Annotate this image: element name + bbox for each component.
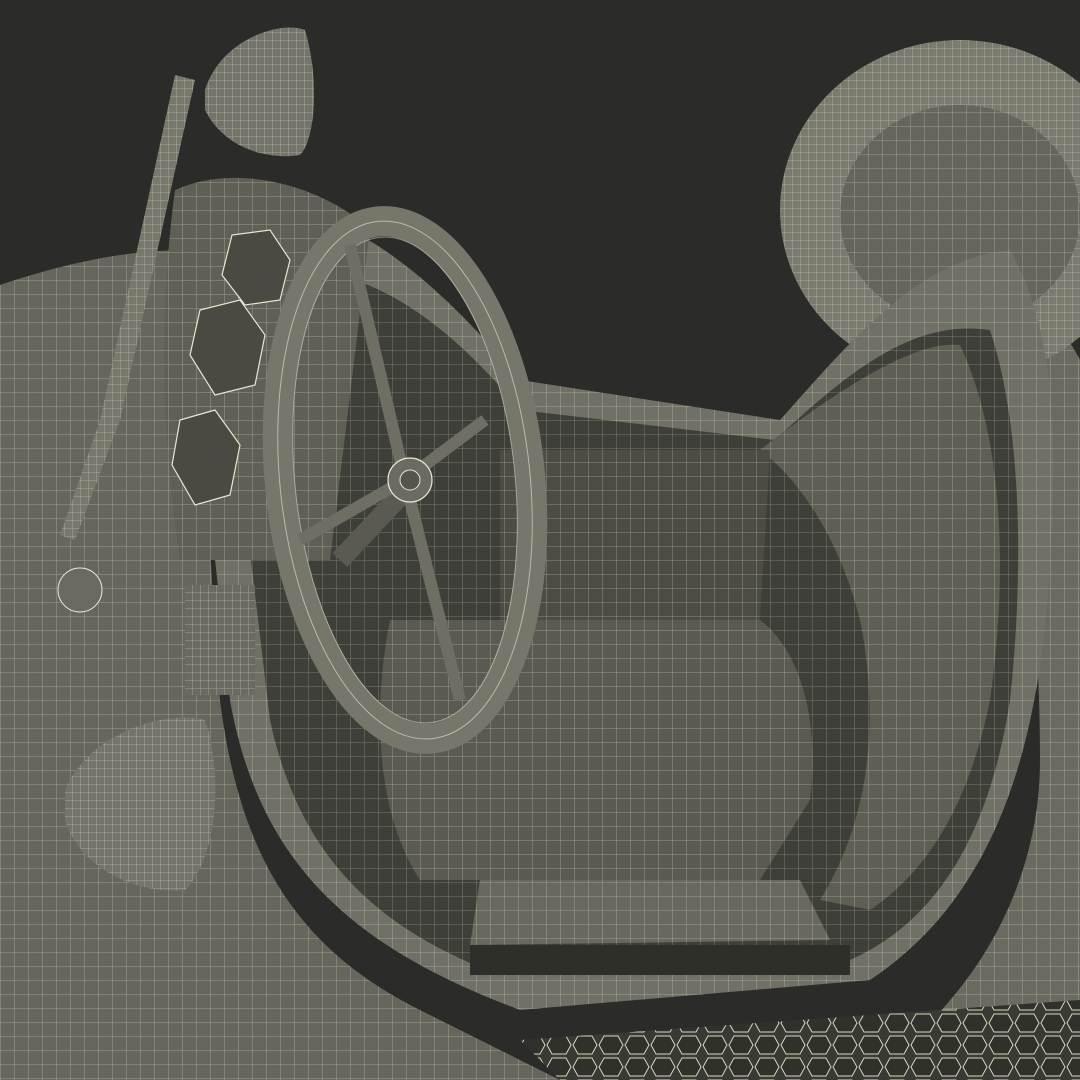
- car-cockpit-render: [0, 0, 1080, 1080]
- footwell: [470, 945, 850, 975]
- pedal-box: [185, 585, 255, 695]
- wireframe-render-viewport: [0, 0, 1080, 1080]
